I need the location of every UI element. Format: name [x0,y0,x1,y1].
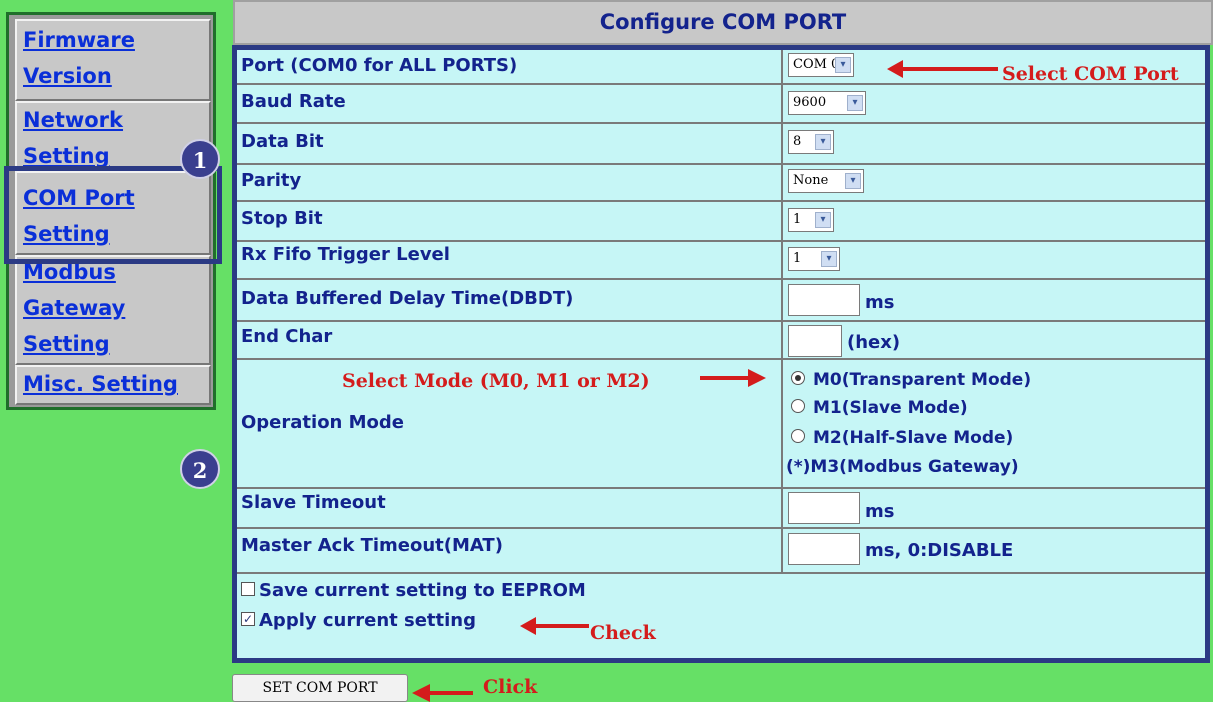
row-end-char: End Char (hex) [237,320,1205,360]
chevron-down-icon: ▾ [835,57,851,73]
sidebar-link-firmware[interactable]: Firmware [23,21,135,59]
chevron-down-icon: ▾ [847,95,863,111]
apply-setting-label: Apply current setting [259,610,477,631]
annotation-select-mode: Select Mode (M0, M1 or M2) [342,370,650,392]
mode-option-m1-label: M1(Slave Mode) [813,398,968,418]
port-label: Port (COM0 for ALL PORTS) [241,55,518,76]
com-port-highlight-frame [4,166,222,264]
mode-option-m0[interactable]: M0(Transparent Mode) [791,370,1031,390]
sidebar-link-network[interactable]: Network [23,101,123,139]
parity-select-value: None [793,173,829,188]
annotation-check: Check [590,622,656,644]
save-eeprom-label: Save current setting to EEPROM [259,580,586,601]
row-rx-fifo: Rx Fifo Trigger Level 1 ▾ [237,240,1205,280]
page-title: Configure COM PORT [233,0,1213,45]
step-badge-2: 2 [180,449,220,489]
dbdt-input[interactable] [788,284,860,316]
end-char-label: End Char [241,326,333,347]
sidebar-link-misc-setting[interactable]: Misc. Setting [23,365,178,403]
arrow-right-icon [748,369,766,387]
row-parity: Parity None ▾ [237,163,1205,202]
data-bit-label: Data Bit [241,131,324,152]
mode-option-m2-label: M2(Half-Slave Mode) [813,428,1014,448]
annotation-click: Click [483,676,538,698]
parity-select[interactable]: None ▾ [788,169,864,193]
slave-timeout-unit: ms [865,501,895,522]
port-select-value: COM 0 [793,57,840,72]
row-master-ack-timeout: Master Ack Timeout(MAT) ms, 0:DISABLE [237,527,1205,574]
port-select[interactable]: COM 0 ▾ [788,53,854,77]
mat-input[interactable] [788,533,860,565]
mode-option-m0-label: M0(Transparent Mode) [813,370,1032,390]
data-bit-select-value: 8 [793,134,802,149]
baud-rate-select-value: 9600 [793,95,827,110]
baud-rate-label: Baud Rate [241,91,346,112]
stop-bit-select[interactable]: 1 ▾ [788,208,834,232]
row-dbdt: Data Buffered Delay Time(DBDT) ms [237,278,1205,322]
mode-option-m2[interactable]: M2(Half-Slave Mode) [791,428,1013,448]
chevron-down-icon: ▾ [821,251,837,267]
end-char-unit: (hex) [847,332,901,353]
parity-label: Parity [241,170,302,191]
mat-unit: ms, 0:DISABLE [865,540,1014,561]
radio-icon[interactable] [791,399,805,413]
sidebar-link-gateway[interactable]: Gateway [23,289,125,327]
apply-setting-option[interactable]: ✓ Apply current setting [241,610,476,631]
checkbox-checked-icon[interactable]: ✓ [241,612,255,626]
rx-fifo-label: Rx Fifo Trigger Level [241,244,450,265]
step-badge-1: 1 [180,139,220,179]
arrow-left-icon [520,617,536,635]
slave-timeout-label: Slave Timeout [241,492,386,513]
mat-label: Master Ack Timeout(MAT) [241,535,503,556]
set-com-port-button[interactable]: SET COM PORT [232,674,408,702]
chevron-down-icon: ▾ [815,134,831,150]
chevron-down-icon: ▾ [815,212,831,228]
mode-m3-note: (*)M3(Modbus Gateway) [786,457,1019,477]
row-baud-rate: Baud Rate 9600 ▾ [237,83,1205,124]
end-char-input[interactable] [788,325,842,357]
stop-bit-select-value: 1 [793,212,802,227]
radio-icon[interactable] [791,429,805,443]
annotation-select-com-port: Select COM Port [1002,63,1179,85]
row-data-bit: Data Bit 8 ▾ [237,122,1205,165]
checkbox-icon[interactable] [241,582,255,596]
baud-rate-select[interactable]: 9600 ▾ [788,91,866,115]
operation-mode-label: Operation Mode [241,412,405,433]
arrow-left-icon [887,60,903,78]
com-port-form: Port (COM0 for ALL PORTS) COM 0 ▾ Baud R… [232,45,1210,663]
chevron-down-icon: ▾ [845,173,861,189]
mode-option-m1[interactable]: M1(Slave Mode) [791,398,968,418]
dbdt-label: Data Buffered Delay Time(DBDT) [241,288,574,309]
row-slave-timeout: Slave Timeout ms [237,487,1205,529]
row-stop-bit: Stop Bit 1 ▾ [237,200,1205,242]
sidebar-item-misc-setting[interactable]: Misc. Setting [15,365,211,405]
slave-timeout-input[interactable] [788,492,860,524]
annotation-arrow-line [428,691,473,695]
data-bit-select[interactable]: 8 ▾ [788,130,834,154]
save-eeprom-option[interactable]: Save current setting to EEPROM [241,580,586,601]
radio-selected-icon[interactable] [791,371,805,385]
rx-fifo-select[interactable]: 1 ▾ [788,247,840,271]
sidebar-item-firmware-version[interactable]: Firmware Version [15,19,211,101]
annotation-arrow-line [700,376,750,380]
sidebar-link-modbus-setting[interactable]: Setting [23,325,110,363]
rx-fifo-select-value: 1 [793,251,802,266]
stop-bit-label: Stop Bit [241,208,323,229]
sidebar-item-modbus-gateway-setting[interactable]: Modbus Gateway Setting [15,255,211,365]
dbdt-unit: ms [865,292,895,313]
annotation-arrow-line [902,67,998,71]
annotation-arrow-line [535,624,589,628]
sidebar-link-version[interactable]: Version [23,57,112,95]
